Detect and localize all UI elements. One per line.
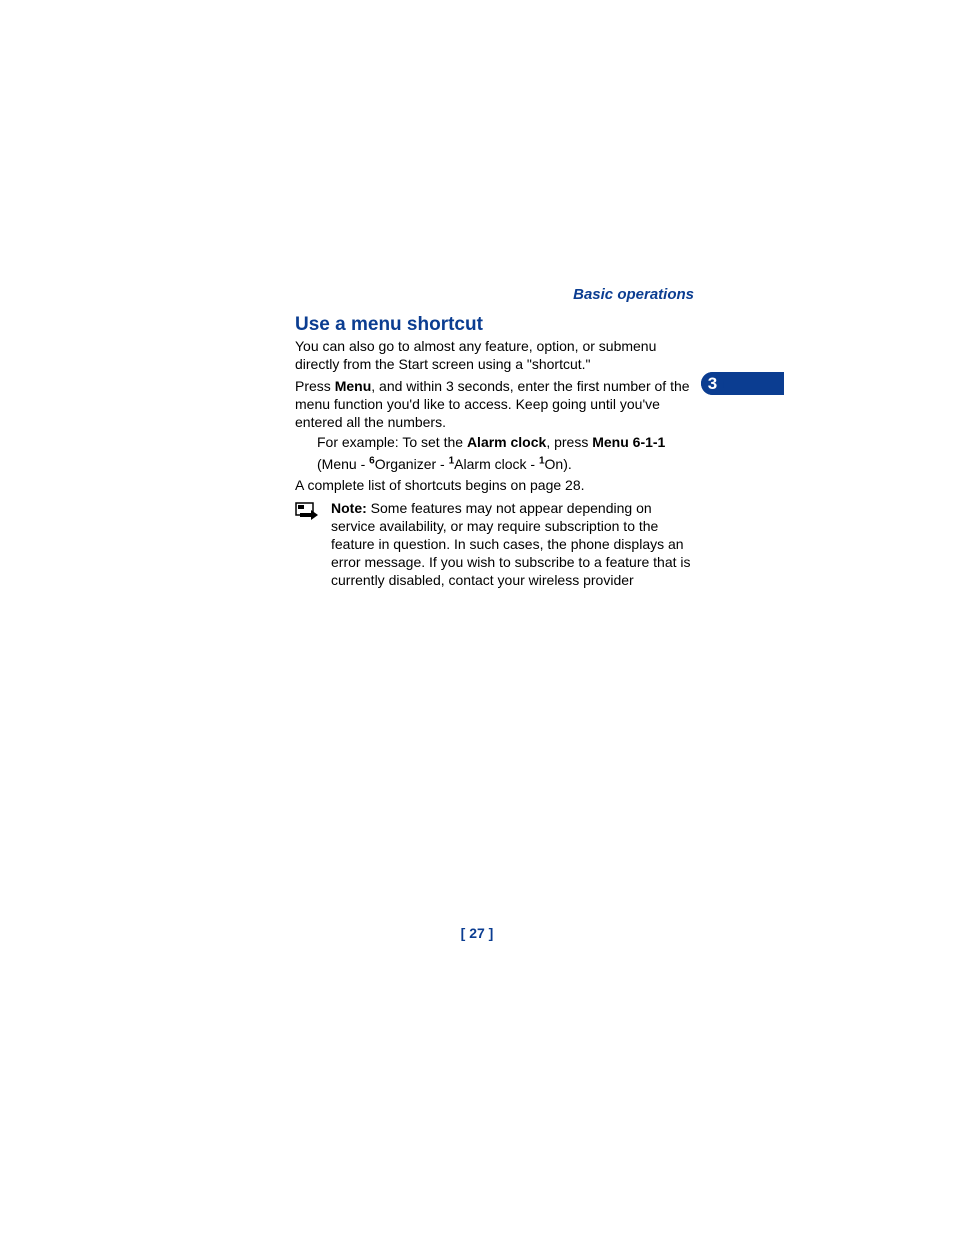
bold-text: Alarm clock [467,434,546,450]
section-header-label: Basic operations [573,286,694,303]
text: Organizer - [375,456,449,472]
example-paragraph: For example: To set the Alarm clock, pre… [317,432,697,475]
text: (Menu - [317,456,369,472]
text: For example: To set the [317,434,467,450]
note-block: Note: Some features may not appear depen… [295,500,695,590]
body-paragraph: A complete list of shortcuts begins on p… [295,477,695,495]
chapter-number: 3 [701,372,724,395]
chapter-badge: 3 [701,372,784,395]
note-label: Note: [331,500,367,516]
section-heading: Use a menu shortcut [295,314,483,336]
text: Press [295,378,335,394]
text: On). [545,456,572,472]
body-paragraph: Press Menu, and within 3 seconds, enter … [295,378,695,432]
bold-text: Menu 6-1-1 [592,434,665,450]
note-arrow-icon [295,502,323,522]
body-paragraph: You can also go to almost any feature, o… [295,338,695,374]
text: , press [546,434,592,450]
text: Some features may not appear depending o… [331,500,691,588]
page-number: [ 27 ] [0,925,954,941]
note-text: Note: Some features may not appear depen… [331,500,695,590]
document-page: Basic operations Use a menu shortcut You… [0,0,954,1235]
bold-text: Menu [335,378,372,394]
text: Alarm clock - [454,456,539,472]
